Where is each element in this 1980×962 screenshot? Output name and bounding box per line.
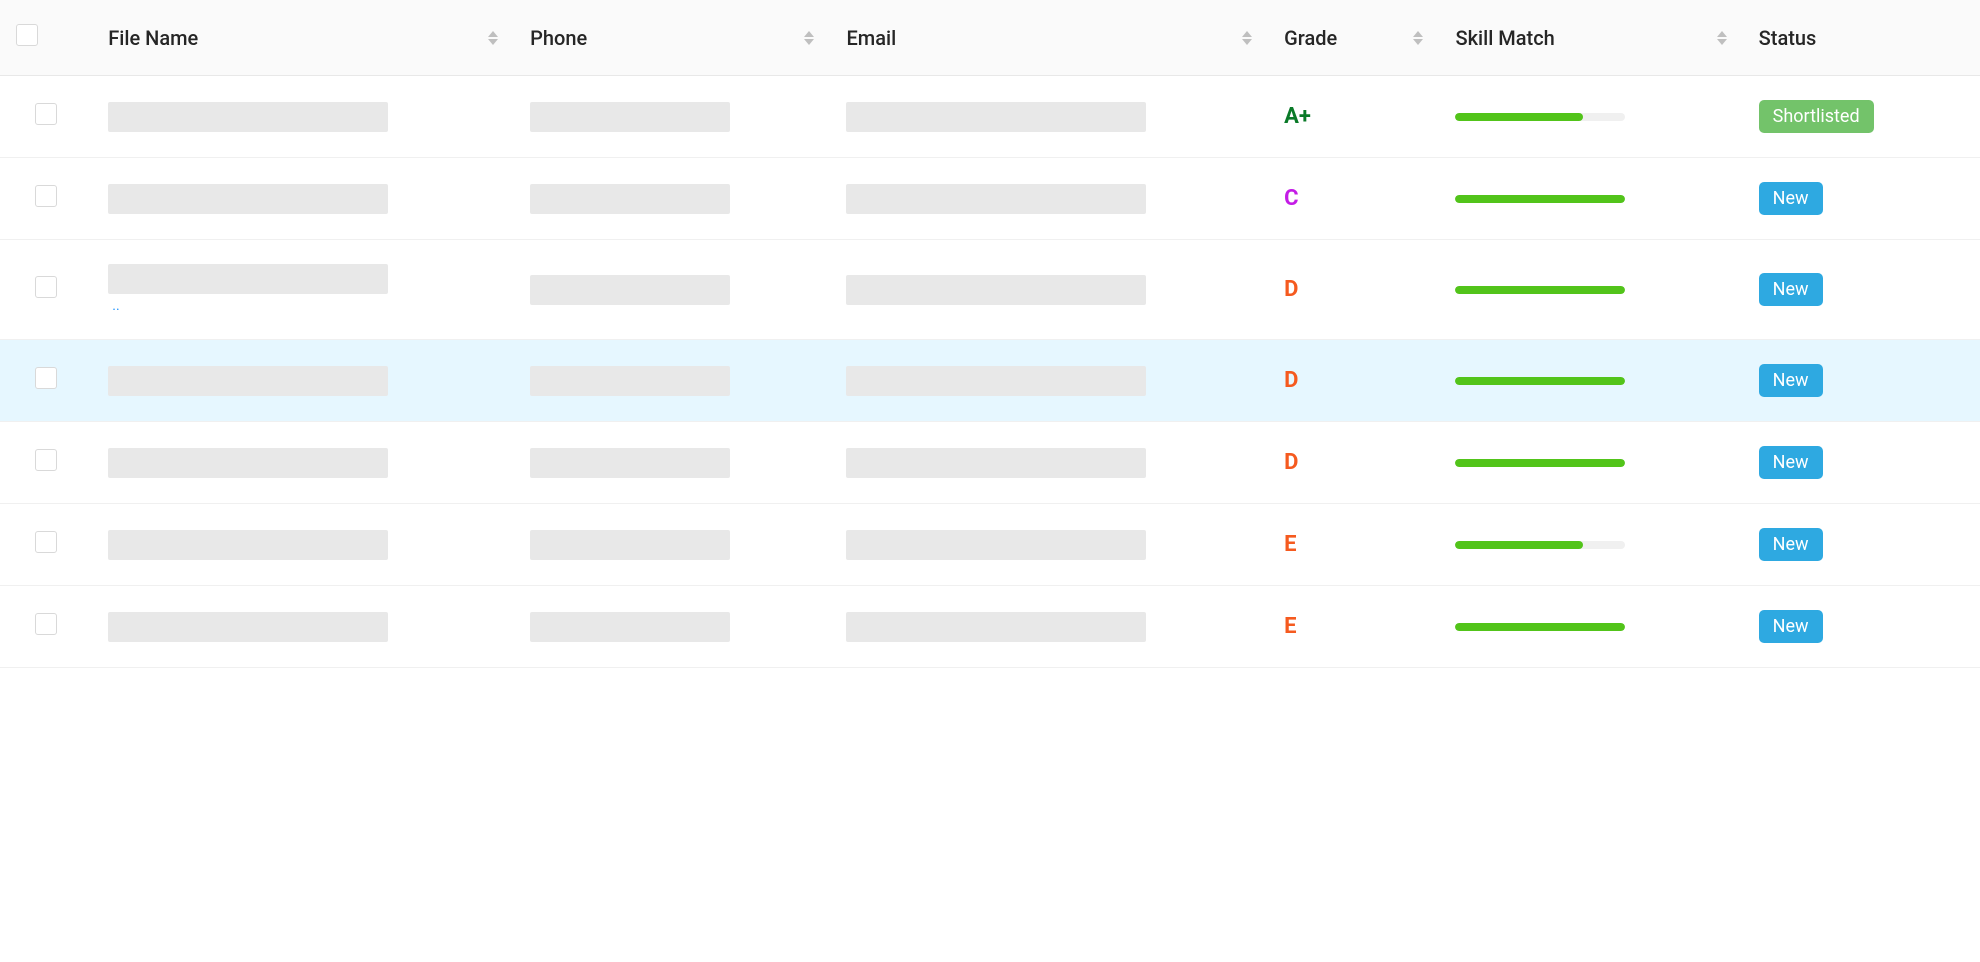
email-placeholder	[846, 612, 1146, 642]
file-name-placeholder	[108, 264, 388, 294]
header-phone[interactable]: Phone	[514, 0, 830, 76]
file-name-placeholder	[108, 448, 388, 478]
sort-icon[interactable]	[488, 31, 498, 45]
table-row[interactable]: E New	[0, 504, 1980, 586]
file-name-placeholder	[108, 102, 388, 132]
status-badge: New	[1759, 273, 1823, 306]
header-email[interactable]: Email	[830, 0, 1268, 76]
email-placeholder	[846, 448, 1146, 478]
status-badge: New	[1759, 446, 1823, 479]
status-badge: New	[1759, 528, 1823, 561]
phone-placeholder	[530, 184, 730, 214]
phone-placeholder	[530, 102, 730, 132]
skill-match-fill	[1455, 623, 1625, 631]
header-file-name-label: File Name	[108, 26, 480, 50]
phone-placeholder	[530, 275, 730, 305]
header-grade-label: Grade	[1284, 26, 1405, 50]
grade-value: D	[1284, 450, 1298, 475]
row-checkbox[interactable]	[35, 531, 57, 553]
header-file-name[interactable]: File Name	[92, 0, 514, 76]
email-placeholder	[846, 530, 1146, 560]
row-checkbox[interactable]	[35, 276, 57, 298]
sort-icon[interactable]	[1717, 31, 1727, 45]
table-row[interactable]: .. D New	[0, 240, 1980, 340]
skill-match-bar	[1455, 286, 1625, 294]
row-checkbox[interactable]	[35, 185, 57, 207]
header-status-label: Status	[1759, 26, 1817, 50]
phone-placeholder	[530, 366, 730, 396]
skill-match-fill	[1455, 541, 1583, 549]
table-row[interactable]: A+ Shortlisted	[0, 76, 1980, 158]
status-badge: Shortlisted	[1759, 100, 1874, 133]
skill-match-bar	[1455, 377, 1625, 385]
grade-value: E	[1284, 532, 1296, 557]
sort-icon[interactable]	[804, 31, 814, 45]
skill-match-bar	[1455, 623, 1625, 631]
status-badge: New	[1759, 364, 1823, 397]
table-row[interactable]: C New	[0, 158, 1980, 240]
header-email-label: Email	[846, 26, 1234, 50]
phone-placeholder	[530, 448, 730, 478]
sort-icon[interactable]	[1242, 31, 1252, 45]
row-checkbox[interactable]	[35, 449, 57, 471]
file-name-placeholder	[108, 184, 388, 214]
table-header-row: File Name Phone Email Grade	[0, 0, 1980, 76]
skill-match-fill	[1455, 286, 1625, 294]
header-skill-match-label: Skill Match	[1455, 26, 1708, 50]
sort-icon[interactable]	[1413, 31, 1423, 45]
grade-value: D	[1284, 277, 1298, 302]
table-row[interactable]: D New	[0, 422, 1980, 504]
skill-match-fill	[1455, 195, 1625, 203]
email-placeholder	[846, 102, 1146, 132]
select-all-checkbox[interactable]	[16, 24, 38, 46]
skill-match-bar	[1455, 541, 1625, 549]
candidates-table: File Name Phone Email Grade	[0, 0, 1980, 668]
table-row[interactable]: D New	[0, 340, 1980, 422]
skill-match-fill	[1455, 459, 1625, 467]
grade-value: C	[1284, 186, 1298, 211]
grade-value: A+	[1284, 104, 1311, 129]
header-skill-match[interactable]: Skill Match	[1439, 0, 1742, 76]
skill-match-bar	[1455, 113, 1625, 121]
status-badge: New	[1759, 182, 1823, 215]
email-placeholder	[846, 366, 1146, 396]
email-placeholder	[846, 275, 1146, 305]
file-name-placeholder	[108, 612, 388, 642]
table-row[interactable]: E New	[0, 586, 1980, 668]
skill-match-bar	[1455, 195, 1625, 203]
skill-match-fill	[1455, 113, 1583, 121]
header-status: Status	[1743, 0, 1980, 76]
header-checkbox-cell	[0, 0, 92, 76]
file-name-placeholder	[108, 530, 388, 560]
row-checkbox[interactable]	[35, 613, 57, 635]
row-checkbox[interactable]	[35, 367, 57, 389]
email-placeholder	[846, 184, 1146, 214]
grade-value: E	[1284, 614, 1296, 639]
skill-match-bar	[1455, 459, 1625, 467]
phone-placeholder	[530, 530, 730, 560]
phone-placeholder	[530, 612, 730, 642]
truncation-indicator: ..	[112, 298, 119, 314]
header-grade[interactable]: Grade	[1268, 0, 1439, 76]
row-checkbox[interactable]	[35, 103, 57, 125]
grade-value: D	[1284, 368, 1298, 393]
header-phone-label: Phone	[530, 26, 796, 50]
skill-match-fill	[1455, 377, 1625, 385]
file-name-placeholder	[108, 366, 388, 396]
status-badge: New	[1759, 610, 1823, 643]
